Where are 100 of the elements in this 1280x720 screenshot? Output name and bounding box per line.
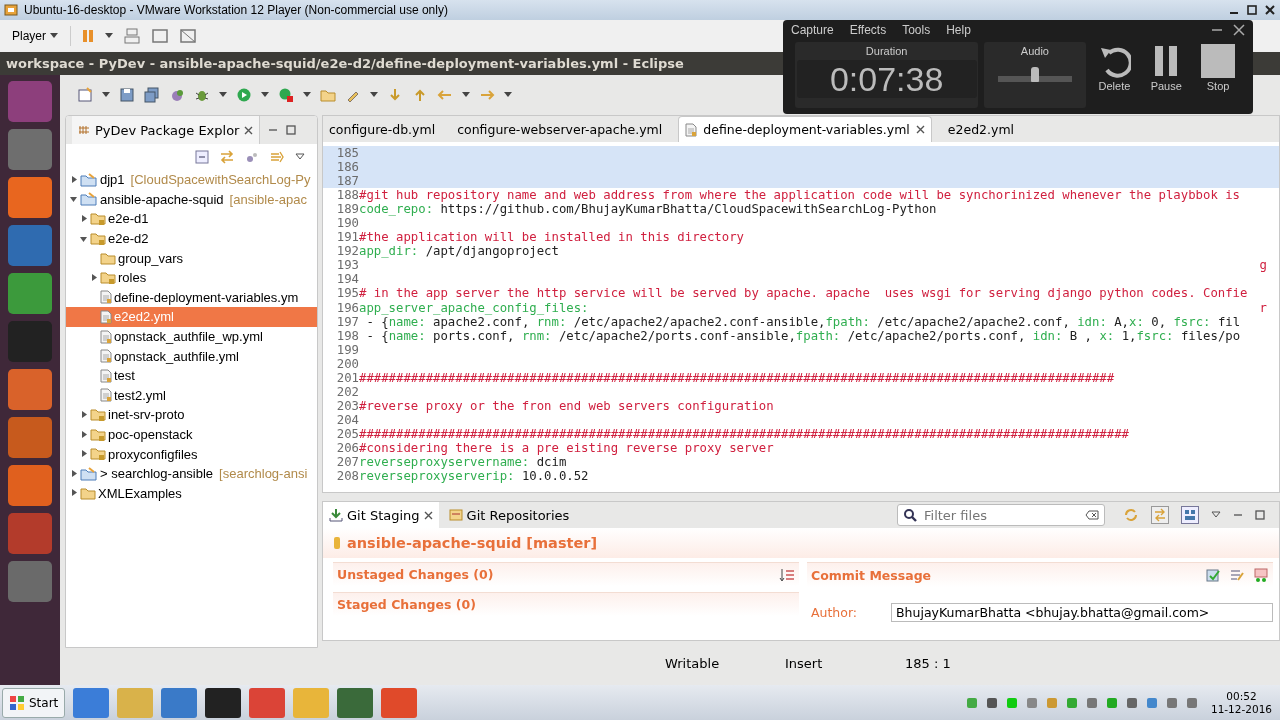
section-title: Commit Message [811, 567, 932, 583]
app-tile-icon[interactable] [8, 321, 52, 362]
editor-tab[interactable]: configure-webserver-apache.yml [451, 116, 669, 142]
app-tile-icon[interactable] [8, 369, 52, 410]
tree-label: e2e-d1 [108, 211, 149, 227]
maximize-icon[interactable] [1255, 510, 1265, 520]
tray-icon[interactable] [1144, 695, 1159, 710]
view-menu-icon[interactable] [1211, 511, 1221, 519]
filter-field[interactable]: Filter files [897, 504, 1105, 526]
tree-item[interactable]: proxyconfigfiles [66, 444, 317, 464]
app-tile-icon[interactable] [8, 177, 52, 218]
close-icon[interactable] [1264, 4, 1276, 16]
menu-item[interactable]: Capture [791, 23, 834, 37]
view-menu-icon[interactable] [295, 153, 305, 161]
editor-tab[interactable]: configure-db.yml [323, 116, 442, 142]
view-tab[interactable]: Git Staging [323, 502, 439, 528]
app-tile-icon[interactable] [8, 129, 52, 170]
view-tab[interactable]: PyDev Package Explor [72, 116, 261, 144]
start-button[interactable]: Start [2, 687, 66, 718]
tray-icon[interactable] [984, 695, 999, 710]
tray-icon[interactable] [1184, 695, 1199, 710]
tree-item[interactable]: e2e-d2 [66, 228, 317, 249]
tray-icon[interactable] [1104, 695, 1119, 710]
close-icon[interactable] [1233, 24, 1245, 36]
tree-item[interactable]: opnstack_authfile_wp.yml [66, 326, 317, 347]
tree-item[interactable]: djp1 [CloudSpacewithSearchLog-Py [66, 170, 317, 190]
collapsed-arrow-icon[interactable] [70, 489, 78, 498]
caret-icon[interactable] [303, 92, 311, 98]
file-icon [100, 349, 112, 364]
tree-item[interactable]: opnstack_authfile.yml [66, 346, 317, 366]
pause-icon[interactable] [81, 29, 95, 43]
collapsed-arrow-icon[interactable] [80, 430, 88, 439]
caret-icon[interactable] [105, 33, 113, 39]
view-tab[interactable]: Git Repositories [442, 502, 576, 528]
collapsed-arrow-icon[interactable] [80, 410, 88, 419]
folder-icon[interactable] [320, 87, 336, 103]
save-icon[interactable] [119, 87, 135, 103]
run-tool-icon[interactable] [278, 87, 294, 103]
tree-item[interactable]: test [66, 365, 317, 386]
maximize-icon[interactable] [286, 125, 297, 135]
collapsed-arrow-icon[interactable] [70, 469, 78, 478]
tray-icon[interactable] [1164, 695, 1179, 710]
arrow-down-icon[interactable] [387, 87, 403, 103]
save-all-icon[interactable] [144, 87, 160, 103]
taskbar-app-icon[interactable] [205, 687, 242, 718]
tray-icon[interactable] [1024, 695, 1039, 710]
close-icon[interactable] [423, 510, 433, 520]
tree-item[interactable]: poc-openstack [66, 424, 317, 445]
new-icon[interactable] [77, 87, 93, 103]
tree-item[interactable]: e2e-d1 [66, 209, 317, 229]
menu-item[interactable]: Effects [849, 23, 887, 37]
close-icon[interactable] [915, 125, 925, 134]
collapse-all-icon[interactable] [195, 150, 209, 164]
expanded-arrow-icon[interactable] [70, 195, 78, 204]
maximize-icon[interactable] [1246, 4, 1258, 16]
tree-item[interactable]: inet-srv-proto [66, 405, 317, 425]
tray-icon[interactable] [1084, 695, 1099, 710]
sort-icon[interactable] [779, 567, 795, 582]
app-tile-icon[interactable] [8, 561, 52, 602]
tree-decoration: [CloudSpacewithSearchLog-Py [130, 172, 311, 188]
tree-item[interactable]: group_vars [66, 248, 317, 268]
layout-icon[interactable] [1181, 506, 1199, 524]
caret-icon[interactable] [462, 92, 470, 98]
tree-item[interactable]: roles [66, 267, 317, 288]
tree-item[interactable]: > searchlog-ansible [searchlog-ansi [66, 463, 317, 484]
caret-icon[interactable] [219, 92, 227, 98]
collapsed-arrow-icon[interactable] [80, 215, 88, 223]
author-field[interactable]: BhujayKumarBhatta <bhujay.bhatta@gmail.com> [891, 603, 1273, 622]
refresh-icon[interactable] [1123, 507, 1139, 523]
run-icon[interactable] [236, 87, 252, 103]
app-tile-icon[interactable] [8, 513, 52, 554]
app-tile-icon[interactable] [8, 465, 52, 506]
audio-slider-thumb[interactable] [1030, 67, 1039, 82]
editor-tab[interactable]: define-deployment-variables.yml [678, 116, 932, 142]
close-icon[interactable] [244, 125, 254, 135]
tree-item[interactable]: ansible-apache-squid [ansible-apac [66, 189, 317, 210]
editor-tab[interactable]: e2ed2.yml [941, 116, 1021, 142]
expanded-arrow-icon[interactable] [80, 234, 88, 243]
menu-item[interactable]: Help [946, 23, 971, 37]
tray-icon[interactable] [1124, 695, 1139, 710]
app-tile-icon[interactable] [8, 417, 52, 458]
app-tile-icon[interactable] [8, 225, 52, 266]
tree-label: XMLExamples [98, 485, 182, 501]
collapsed-arrow-icon[interactable] [90, 273, 98, 282]
caret-icon[interactable] [370, 92, 378, 98]
caret-icon[interactable] [261, 92, 269, 98]
app-tile-icon[interactable] [8, 81, 52, 122]
fullscreen-icon[interactable] [151, 28, 169, 44]
collapsed-arrow-icon[interactable] [80, 450, 88, 459]
collapsed-arrow-icon[interactable] [70, 175, 78, 184]
caret-icon[interactable] [102, 92, 110, 98]
caret-icon[interactable] [504, 92, 512, 98]
app-tile-icon[interactable] [8, 273, 52, 314]
clear-icon[interactable] [1085, 510, 1099, 520]
tree-item[interactable]: test2.yml [66, 385, 317, 406]
tree-item[interactable]: define-deployment-variables.ym [66, 287, 317, 308]
tree-item[interactable]: XMLExamples [66, 483, 317, 504]
menu-item[interactable]: Tools [902, 23, 931, 37]
player-menu[interactable]: Player [10, 27, 60, 45]
clock-date: 11-12-2016 [1210, 702, 1272, 716]
